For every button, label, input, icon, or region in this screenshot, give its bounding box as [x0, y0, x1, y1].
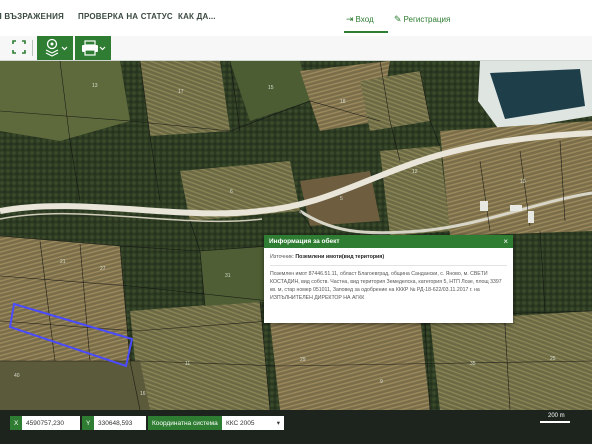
parcel-label: 18	[340, 99, 346, 105]
register-icon: ✎	[394, 14, 402, 24]
crs-label: Координатна система	[148, 416, 222, 430]
source-label: Източник:	[270, 254, 294, 260]
parcel-label: 6	[230, 189, 233, 195]
nav-objections[interactable]: Я ВЪЗРАЖЕНИЯ	[0, 12, 64, 21]
parcel-label: 29	[300, 357, 306, 363]
parcel-label: 25	[550, 356, 556, 362]
login-label: Вход	[355, 15, 374, 24]
y-coordinate-value: 330648,593	[94, 416, 146, 430]
toolbar-separator	[32, 40, 33, 56]
scale-label: 200 m	[548, 413, 565, 419]
nav-how-to[interactable]: КАК ДА...	[178, 12, 216, 21]
parcel-label: 5	[340, 196, 343, 202]
expand-icon[interactable]	[12, 40, 26, 54]
parcel-label: 35	[470, 361, 476, 367]
scale-bar	[540, 421, 570, 423]
login-icon: ⇥	[346, 14, 354, 24]
x-label: X	[10, 416, 22, 430]
layers-icon	[45, 38, 68, 57]
parcel-label: 13	[92, 83, 98, 89]
print-icon	[82, 40, 106, 56]
expand-button[interactable]	[0, 36, 6, 60]
layers-button[interactable]	[37, 36, 73, 60]
register-label: Регистрация	[403, 15, 451, 24]
parcel-label: 11	[185, 361, 191, 367]
popup-header: Информация за обект ×	[264, 235, 513, 248]
parcel-label: 15	[268, 85, 274, 91]
parcel-label: 31	[225, 273, 231, 279]
x-coordinate-value: 4590757,230	[22, 416, 80, 430]
object-info-popup: Информация за обект × Източник: Поземлен…	[264, 235, 513, 323]
crs-select[interactable]: ККС 2005 ▾	[222, 416, 284, 430]
parcel-label: 27	[100, 266, 106, 272]
popup-divider	[270, 265, 507, 266]
parcel-label: 16	[140, 391, 146, 397]
parcel-label: 12	[412, 169, 418, 175]
active-tab-underline	[344, 31, 388, 33]
y-label: Y	[82, 416, 94, 430]
popup-source: Източник: Поземлени имоти(вид територия)	[264, 248, 513, 260]
parcel-label: 17	[178, 89, 184, 95]
parcel-label: 10	[520, 179, 526, 185]
chevron-down-icon: ▾	[276, 420, 280, 427]
parcel-label: 9	[380, 379, 383, 385]
popup-title: Информация за обект	[269, 238, 340, 245]
popup-description: Поземлен имот 87446.51.11, област Благое…	[270, 271, 502, 301]
close-icon[interactable]: ×	[503, 237, 508, 246]
login-link[interactable]: ⇥ Вход	[346, 14, 374, 25]
top-navigation-bar: Я ВЪЗРАЖЕНИЯ ПРОВЕРКА НА СТАТУС КАК ДА..…	[0, 0, 592, 37]
map-toolbar	[0, 36, 592, 61]
register-link[interactable]: ✎ Регистрация	[394, 14, 450, 25]
crs-value: ККС 2005	[226, 419, 255, 427]
parcel-label: 21	[60, 259, 66, 265]
parcel-label: 40	[14, 373, 20, 379]
nav-check-status[interactable]: ПРОВЕРКА НА СТАТУС	[78, 12, 173, 21]
source-value: Поземлени имоти(вид територия)	[295, 254, 385, 260]
print-button[interactable]	[75, 36, 111, 60]
